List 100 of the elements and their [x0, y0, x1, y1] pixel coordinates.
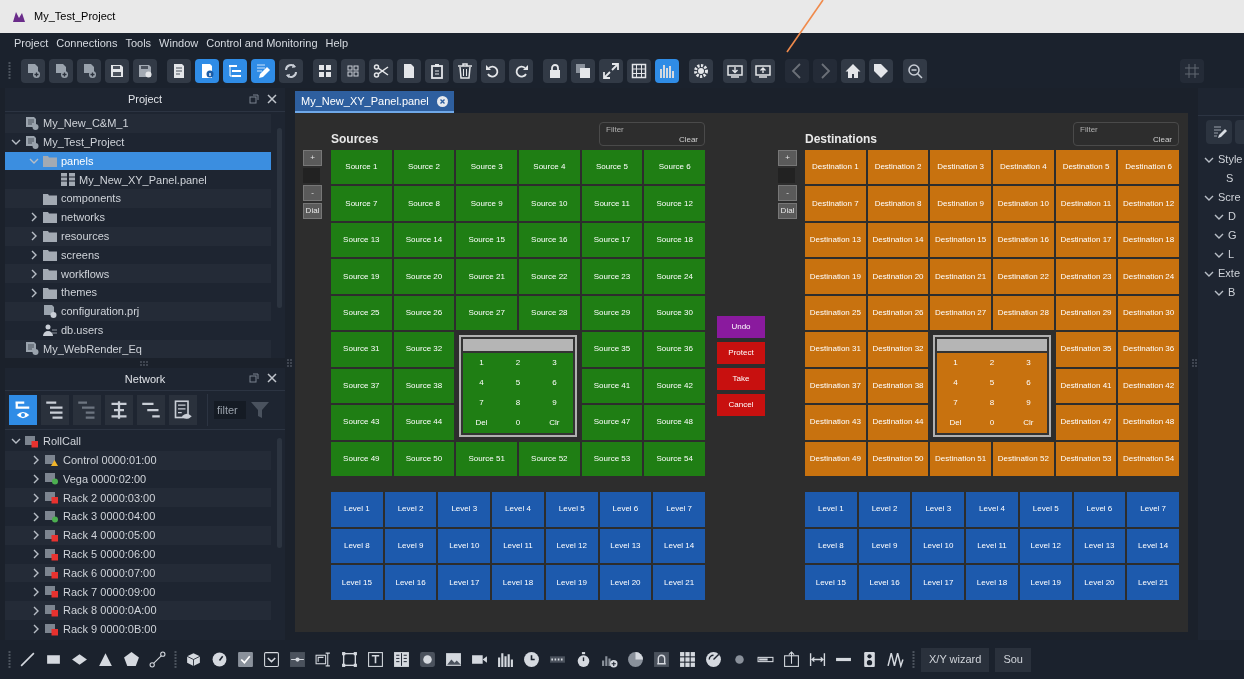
keypad-key[interactable]: 1 — [937, 353, 974, 374]
destination-button[interactable]: Destination 5 — [1055, 150, 1117, 185]
destination-button[interactable]: Destination 44 — [867, 405, 929, 440]
source-button[interactable]: Source 49 — [331, 441, 392, 476]
level-button[interactable]: Level 7 — [1127, 492, 1179, 527]
source-button[interactable]: Source 22 — [519, 259, 580, 294]
source-button[interactable]: Source 7 — [331, 186, 392, 221]
source-button[interactable]: Source 9 — [456, 186, 517, 221]
keypad-key[interactable]: 3 — [1010, 353, 1047, 374]
level-button[interactable]: Level 1 — [805, 492, 857, 527]
source-button[interactable]: Source 3 — [456, 150, 517, 185]
action-button[interactable]: Cancel — [717, 394, 765, 416]
destination-button[interactable]: Destination 48 — [1118, 405, 1179, 440]
source-button[interactable]: Source 43 — [331, 405, 392, 440]
tree-item[interactable]: components — [5, 189, 271, 208]
destination-button[interactable]: Destination 24 — [1118, 259, 1179, 294]
source-button[interactable]: Source 23 — [581, 259, 643, 294]
keypad-key[interactable]: Clr — [1010, 412, 1047, 433]
source-button[interactable]: Source 8 — [393, 186, 455, 221]
destination-button[interactable]: Destination 20 — [867, 259, 929, 294]
keypad-key[interactable]: 2 — [499, 353, 537, 374]
level-button[interactable]: Level 10 — [912, 528, 965, 564]
level-button[interactable]: Level 3 — [912, 492, 965, 527]
level-button[interactable]: Level 5 — [545, 492, 598, 527]
source-button[interactable]: Source 26 — [393, 295, 455, 331]
level-button[interactable]: Level 9 — [858, 528, 911, 564]
destination-button[interactable]: Destination 43 — [805, 405, 866, 440]
tree-item[interactable]: Rack 2 0000:03:00 — [5, 488, 271, 508]
keypad-key[interactable]: 4 — [463, 373, 500, 393]
menu-item[interactable]: Project — [10, 34, 53, 52]
level-button[interactable]: Level 18 — [966, 565, 1018, 600]
level-button[interactable]: Level 2 — [384, 492, 437, 527]
destination-button[interactable]: Destination 28 — [993, 295, 1054, 331]
action-button[interactable]: Take — [717, 368, 765, 390]
source-button[interactable]: Source 47 — [581, 405, 643, 440]
source-button[interactable]: Source 35 — [581, 332, 643, 367]
destination-button[interactable]: Destination 26 — [867, 295, 929, 331]
level-button[interactable]: Level 10 — [438, 528, 491, 564]
destination-button[interactable]: Destination 15 — [930, 222, 991, 258]
source-button[interactable]: Source 41 — [581, 368, 643, 404]
source-button[interactable]: Source 12 — [644, 186, 705, 221]
side-button[interactable]: - — [303, 185, 322, 201]
source-button[interactable]: Source 14 — [393, 222, 455, 258]
level-button[interactable]: Level 19 — [545, 565, 598, 600]
keypad-key[interactable]: 6 — [1010, 373, 1047, 393]
keypad-key[interactable]: 7 — [463, 392, 500, 413]
source-button[interactable]: Source 48 — [644, 405, 705, 440]
keypad-key[interactable]: 9 — [536, 392, 573, 413]
source-button[interactable]: Source 31 — [331, 332, 392, 367]
source-button[interactable]: Source 38 — [393, 368, 455, 404]
source-button[interactable]: Source 21 — [456, 259, 517, 294]
level-button[interactable]: Level 21 — [1127, 565, 1179, 600]
destination-button[interactable]: Destination 51 — [930, 441, 991, 476]
keypad-key[interactable]: 7 — [937, 392, 974, 413]
menu-item[interactable]: Connections — [52, 34, 122, 52]
source-button[interactable]: Source 15 — [456, 222, 517, 258]
level-button[interactable]: Level 8 — [805, 528, 857, 564]
destination-button[interactable]: Destination 13 — [805, 222, 866, 258]
level-button[interactable]: Level 21 — [653, 565, 705, 600]
destination-button[interactable]: Destination 6 — [1118, 150, 1179, 185]
keypad-key[interactable]: 3 — [536, 353, 573, 374]
destination-button[interactable]: Destination 27 — [930, 295, 991, 331]
level-button[interactable]: Level 13 — [599, 528, 652, 564]
destination-button[interactable]: Destination 36 — [1118, 332, 1179, 367]
destination-button[interactable]: Destination 11 — [1055, 186, 1117, 221]
destination-button[interactable]: Destination 22 — [993, 259, 1054, 294]
source-button[interactable]: Source 54 — [644, 441, 705, 476]
keypad-key[interactable]: 9 — [1010, 392, 1047, 413]
source-button[interactable]: Source 16 — [519, 222, 580, 258]
destination-button[interactable]: Destination 18 — [1118, 222, 1179, 258]
level-button[interactable]: Level 4 — [492, 492, 544, 527]
destination-button[interactable]: Destination 49 — [805, 441, 866, 476]
source-button[interactable]: Source 1 — [331, 150, 392, 185]
source-button[interactable]: Source 24 — [644, 259, 705, 294]
source-button[interactable]: Source 6 — [644, 150, 705, 185]
level-button[interactable]: Level 4 — [966, 492, 1018, 527]
destination-button[interactable]: Destination 7 — [805, 186, 866, 221]
keypad-key[interactable]: 8 — [499, 392, 537, 413]
destination-button[interactable]: Destination 1 — [805, 150, 866, 185]
source-button[interactable]: Source 10 — [519, 186, 580, 221]
keypad-key[interactable]: 5 — [499, 373, 537, 393]
source-button[interactable]: Source 25 — [331, 295, 392, 331]
keypad-key[interactable]: Clr — [536, 412, 573, 433]
destination-button[interactable]: Destination 37 — [805, 368, 866, 404]
destination-button[interactable]: Destination 4 — [993, 150, 1054, 185]
keypad-key[interactable]: Del — [463, 412, 500, 433]
level-button[interactable]: Level 17 — [438, 565, 491, 600]
tree-item[interactable]: Rack 8 0000:0A:00 — [5, 601, 271, 620]
menu-item[interactable]: Window — [155, 34, 203, 52]
level-button[interactable]: Level 17 — [912, 565, 965, 600]
level-button[interactable]: Level 19 — [1019, 565, 1072, 600]
destination-button[interactable]: Destination 25 — [805, 295, 866, 331]
level-button[interactable]: Level 12 — [545, 528, 598, 564]
level-button[interactable]: Level 3 — [438, 492, 491, 527]
side-button[interactable]: Dial — [303, 203, 322, 219]
source-button[interactable]: Source 19 — [331, 259, 392, 294]
level-button[interactable]: Level 14 — [1127, 528, 1179, 564]
level-button[interactable]: Level 15 — [331, 565, 383, 600]
level-button[interactable]: Level 20 — [599, 565, 652, 600]
source-button[interactable]: Source 28 — [519, 295, 580, 331]
